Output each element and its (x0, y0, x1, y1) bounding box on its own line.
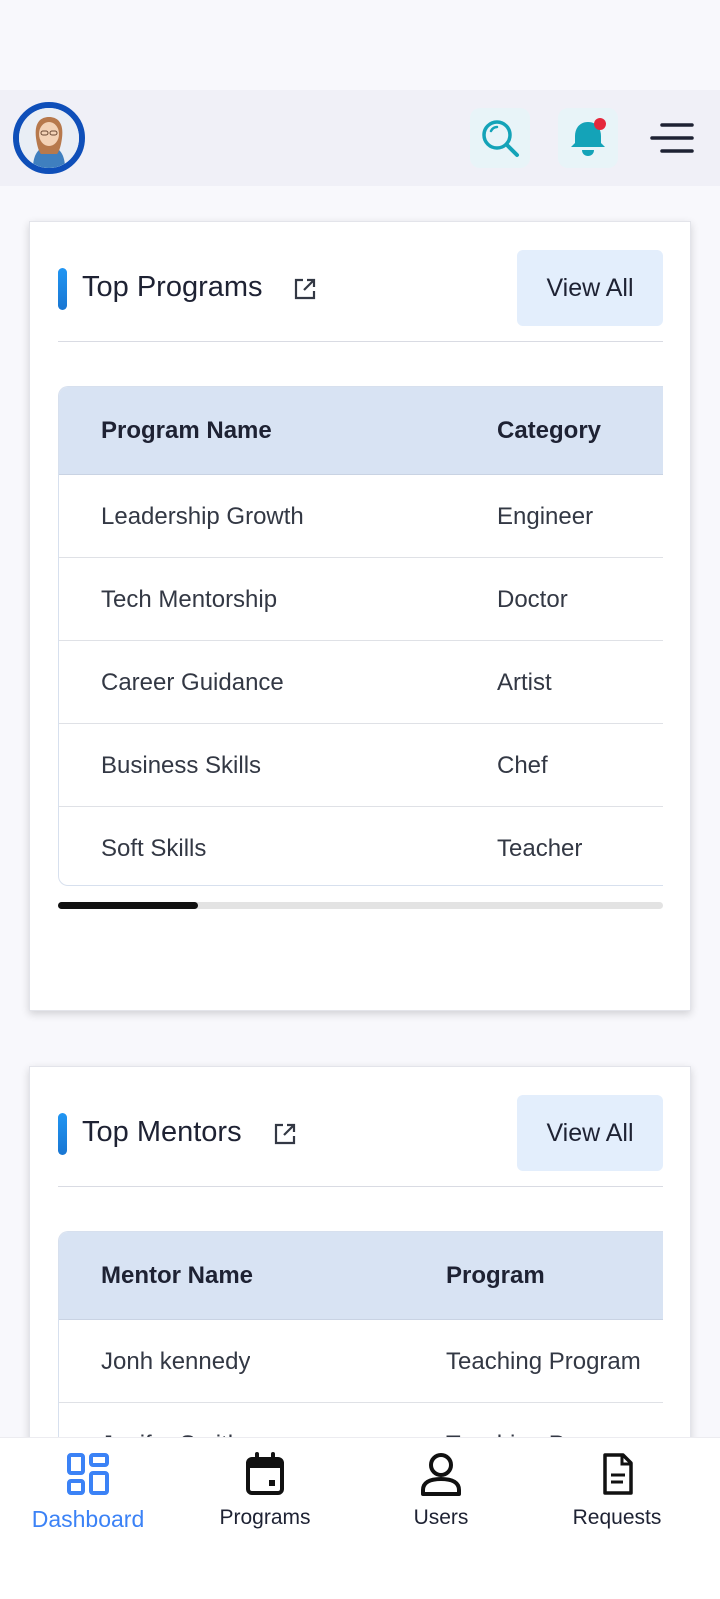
view-all-programs-button[interactable]: View All (517, 250, 663, 326)
bell-icon (571, 118, 606, 156)
nav-item-users[interactable]: Users (356, 1446, 526, 1566)
nav-label-programs: Programs (219, 1506, 311, 1529)
top-programs-card: Top Programs View All Program Name Categ… (29, 221, 691, 1011)
program-name-cell: Soft Skills (101, 835, 207, 862)
nav-label-requests: Requests (572, 1506, 662, 1529)
scrollbar-thumb[interactable] (58, 902, 198, 909)
programs-table: Program Name Category Leadership Growth … (58, 386, 663, 886)
search-icon (482, 120, 519, 157)
user-avatar[interactable] (13, 102, 85, 174)
table-row[interactable]: Jonh kennedy Teaching Program (59, 1320, 663, 1403)
external-link-icon[interactable] (290, 274, 320, 304)
avatar-portrait-icon (19, 108, 79, 168)
table-header: Program Name Category (59, 387, 663, 475)
program-cell: Teaching Program (446, 1348, 641, 1375)
document-icon (603, 1453, 633, 1495)
program-name-cell: Tech Mentorship (101, 586, 278, 613)
external-link-icon[interactable] (270, 1119, 300, 1149)
calendar-icon (246, 1452, 284, 1495)
column-header-program-name[interactable]: Program Name (101, 417, 272, 445)
bottom-navigation: Dashboard Programs Users Requests (0, 1437, 720, 1599)
column-header-category[interactable]: Category (497, 417, 601, 445)
category-cell: Engineer (497, 503, 594, 530)
nav-item-programs[interactable]: Programs (180, 1446, 350, 1566)
user-icon (421, 1453, 461, 1496)
top-mentors-header: Top Mentors View All (58, 1095, 663, 1187)
search-button[interactable] (470, 108, 530, 168)
nav-item-dashboard[interactable]: Dashboard (3, 1446, 173, 1566)
program-name-cell: Leadership Growth (101, 503, 304, 530)
mentor-name-cell: Jonh kennedy (101, 1348, 251, 1375)
view-all-mentors-button[interactable]: View All (517, 1095, 663, 1171)
category-cell: Teacher (497, 835, 583, 862)
horizontal-scrollbar[interactable] (58, 902, 663, 909)
nav-label-dashboard: Dashboard (31, 1506, 145, 1532)
category-cell: Chef (497, 752, 548, 779)
title-accent-bar (58, 268, 67, 310)
table-row[interactable]: Leadership Growth Engineer (59, 475, 663, 558)
nav-label-users: Users (413, 1506, 469, 1529)
table-header: Mentor Name Program (59, 1232, 663, 1320)
status-bar (0, 0, 720, 90)
table-row[interactable]: Business Skills Chef (59, 724, 663, 807)
table-row[interactable]: Tech Mentorship Doctor (59, 558, 663, 641)
top-mentors-title: Top Mentors (82, 1116, 242, 1148)
dashboard-icon (67, 1453, 109, 1495)
notification-dot (594, 118, 606, 130)
column-header-mentor-name[interactable]: Mentor Name (101, 1262, 253, 1290)
table-row[interactable]: Career Guidance Artist (59, 641, 663, 724)
program-name-cell: Career Guidance (101, 669, 284, 696)
category-cell: Artist (497, 669, 552, 696)
menu-button[interactable] (648, 116, 696, 160)
menu-icon (650, 123, 694, 153)
column-header-program[interactable]: Program (446, 1262, 663, 1290)
program-name-cell: Business Skills (101, 752, 262, 779)
top-programs-title: Top Programs (82, 271, 263, 303)
title-accent-bar (58, 1113, 67, 1155)
top-app-bar (0, 90, 720, 186)
category-cell: Doctor (497, 586, 568, 613)
top-programs-header: Top Programs View All (58, 250, 663, 342)
table-row[interactable]: Soft Skills Teacher (59, 807, 663, 885)
notifications-button[interactable] (558, 108, 618, 168)
nav-item-requests[interactable]: Requests (532, 1446, 702, 1566)
